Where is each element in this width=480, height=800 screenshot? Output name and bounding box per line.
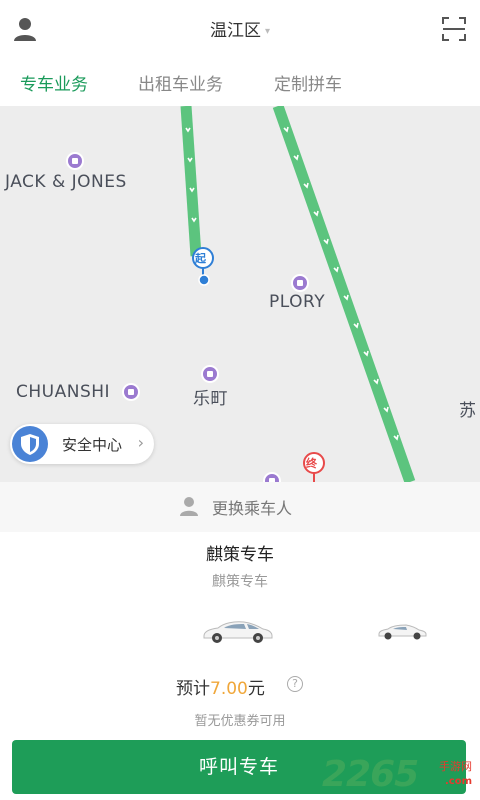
poi-shop-icon — [291, 274, 309, 292]
start-pin: 起 — [190, 247, 216, 291]
service-tabs: 专车业务 出租车业务 定制拼车 — [0, 58, 480, 106]
watermark-domain: .com — [444, 776, 472, 787]
car-icon — [378, 624, 427, 640]
top-bar: 温江区 ▾ — [0, 0, 480, 58]
estimated-price: 预计7.00元 — [176, 674, 265, 699]
poi-jack-jones[interactable]: JACK & JONES — [5, 172, 127, 192]
poi-chuanshi[interactable]: CHUANSHI — [16, 382, 110, 402]
price-unit: 元 — [247, 679, 265, 699]
watermark-number: 2265 — [322, 754, 419, 795]
change-passenger-label: 更换乘车人 — [212, 499, 293, 518]
end-pin-label: 终 — [306, 457, 317, 470]
poi-shop-icon — [122, 383, 140, 401]
end-pin: 终 — [302, 452, 328, 482]
change-passenger-button[interactable]: 更换乘车人 — [0, 482, 480, 532]
poi-shop-icon — [201, 365, 219, 383]
safety-center-label: 安全中心 — [62, 436, 123, 454]
district-label: 温江区 — [209, 21, 261, 41]
car-type-title: 麒策专车 — [206, 545, 274, 565]
coupon-status[interactable]: 暂无优惠券可用 — [0, 710, 480, 729]
tab-taxi[interactable]: 出租车业务 — [138, 70, 223, 95]
poi-leting[interactable]: 乐町 — [193, 384, 228, 409]
scan-icon[interactable] — [440, 15, 468, 43]
chevron-right-icon: › — [137, 433, 144, 452]
shield-icon — [12, 426, 48, 462]
poi-plory[interactable]: PLORY — [269, 292, 325, 312]
tab-custom-carpool[interactable]: 定制拼车 — [274, 70, 342, 95]
safety-center-button[interactable]: 安全中心 › — [10, 424, 154, 464]
tab-premium-car[interactable]: 专车业务 — [20, 70, 88, 95]
car-icon — [203, 621, 273, 643]
price-amount: 7.00 — [210, 679, 248, 699]
start-pin-label: 起 — [195, 252, 206, 265]
district-selector[interactable]: 温江区 ▾ — [0, 16, 480, 41]
watermark-logo: 2265 手游网 .com — [322, 754, 472, 795]
poi-shop-icon — [66, 152, 84, 170]
poi-su[interactable]: 苏 — [459, 396, 477, 421]
watermark-site: 手游网 — [439, 760, 472, 773]
booking-sheet: 更换乘车人 麒策专车 麒策专车 预计7.00元 ? 暂无优惠券可用 呼叫专车 — [0, 482, 480, 800]
chevron-down-icon: ▾ — [264, 26, 271, 37]
car-option-small[interactable] — [376, 620, 428, 646]
map-view[interactable]: JACK & JONES PLORY CHUANSHI 乐町 苏 起 终 安全中… — [0, 106, 480, 482]
price-prefix: 预计 — [176, 679, 210, 699]
question-icon[interactable]: ? — [287, 676, 303, 692]
car-type-subtitle: 麒策专车 — [212, 574, 268, 590]
car-option-large[interactable] — [200, 616, 274, 650]
person-icon — [178, 495, 200, 517]
